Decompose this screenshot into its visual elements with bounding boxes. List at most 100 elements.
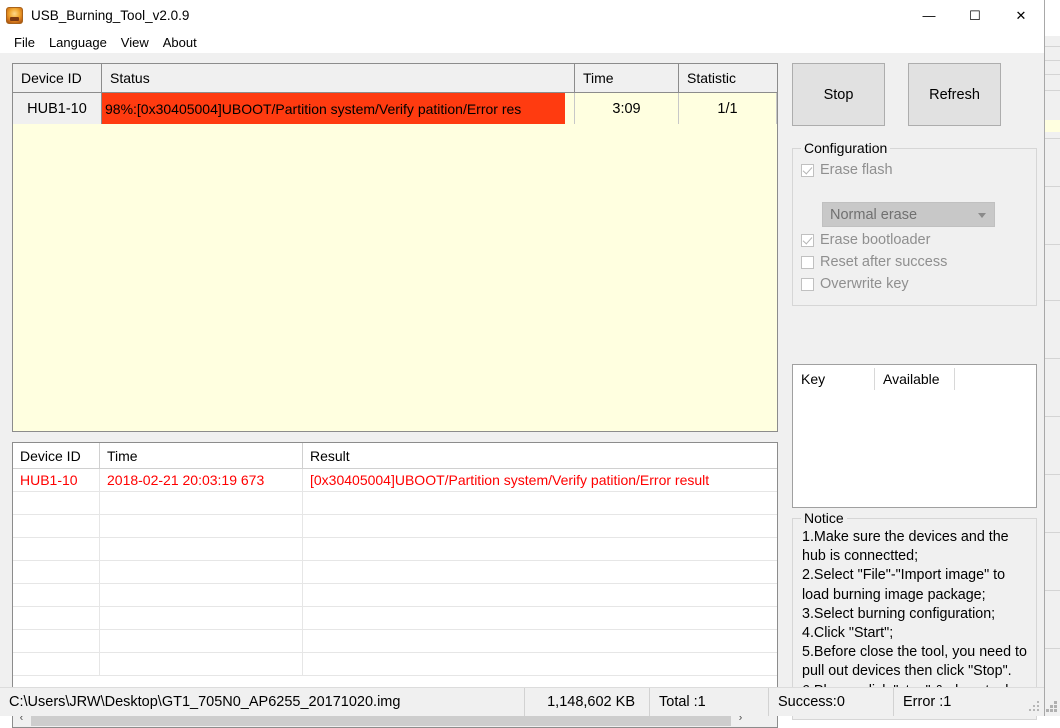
window-title: USB_Burning_Tool_v2.0.9	[31, 8, 190, 23]
device-status-cell: 98%:[0x30405004]UBOOT/Partition system/V…	[102, 93, 575, 124]
device-table-header-statistic[interactable]: Statistic	[679, 64, 777, 92]
window-controls: — ☐ ✕	[906, 0, 1044, 31]
key-table-header-key[interactable]: Key	[793, 368, 875, 390]
table-row[interactable]: HUB1-10 98%:[0x30405004]UBOOT/Partition …	[13, 93, 777, 124]
log-empty-cell	[13, 492, 100, 514]
table-row-empty[interactable]	[13, 630, 777, 653]
overwrite-key-label: Overwrite key	[820, 276, 909, 292]
status-success-count: Success:0	[769, 688, 894, 716]
close-icon[interactable]: ✕	[998, 0, 1044, 31]
resize-grip[interactable]	[1029, 701, 1040, 712]
stop-button[interactable]: Stop	[792, 63, 885, 126]
table-row-empty[interactable]	[13, 538, 777, 561]
log-empty-cell	[303, 630, 777, 652]
log-empty-cell	[100, 561, 303, 583]
erase-flash-label: Erase flash	[820, 162, 893, 178]
key-table-header-available[interactable]: Available	[875, 368, 955, 390]
log-empty-cell	[13, 538, 100, 560]
table-row-empty[interactable]	[13, 515, 777, 538]
table-row-empty[interactable]	[13, 561, 777, 584]
refresh-button[interactable]: Refresh	[908, 63, 1001, 126]
log-empty-cell	[13, 561, 100, 583]
status-bar: C:\Users\JRW\Desktop\GT1_705N0_AP6255_20…	[0, 687, 1044, 716]
maximize-icon[interactable]: ☐	[952, 0, 998, 31]
log-empty-cell	[100, 492, 303, 514]
background-window-cream-strip	[1045, 120, 1060, 132]
log-empty-cell	[303, 492, 777, 514]
log-empty-cell	[100, 515, 303, 537]
status-image-size: 1,148,602 KB	[525, 688, 650, 716]
erase-flash-checkbox[interactable]	[801, 163, 814, 177]
log-empty-cell	[100, 538, 303, 560]
log-table[interactable]: Device ID Time Result HUB1-10 2018-02-21…	[12, 442, 778, 728]
status-total-count: Total :1	[650, 688, 769, 716]
log-empty-cell	[100, 584, 303, 606]
notice-title: Notice	[801, 510, 847, 526]
menu-item-view[interactable]: View	[114, 33, 156, 52]
progress-bar: 98%:[0x30405004]UBOOT/Partition system/V…	[102, 93, 574, 124]
device-statistic-cell: 1/1	[679, 93, 777, 124]
log-table-header-device-id[interactable]: Device ID	[13, 443, 100, 468]
log-time-cell: 2018-02-21 20:03:19 673	[100, 469, 303, 491]
log-empty-cell	[303, 653, 777, 675]
key-table-header-spacer	[955, 368, 995, 390]
table-row-empty[interactable]	[13, 653, 777, 676]
log-empty-cell	[303, 515, 777, 537]
overwrite-key-checkbox[interactable]	[801, 277, 814, 291]
reset-after-success-label: Reset after success	[820, 254, 948, 270]
minimize-icon[interactable]: —	[906, 0, 952, 31]
log-table-header-result[interactable]: Result	[303, 443, 777, 468]
log-empty-cell	[303, 607, 777, 629]
configuration-title: Configuration	[801, 140, 891, 156]
erase-bootloader-label: Erase bootloader	[820, 232, 931, 248]
main-window: USB_Burning_Tool_v2.0.9 — ☐ ✕ File Langu…	[0, 0, 1045, 728]
table-row-empty[interactable]	[13, 607, 777, 630]
status-image-path: C:\Users\JRW\Desktop\GT1_705N0_AP6255_20…	[0, 688, 525, 716]
log-empty-cell	[13, 630, 100, 652]
log-empty-cell	[100, 630, 303, 652]
log-empty-cell	[13, 607, 100, 629]
device-table-header-time[interactable]: Time	[575, 64, 679, 92]
chevron-down-icon	[978, 212, 986, 218]
log-empty-cell	[13, 653, 100, 675]
reset-after-success-checkbox[interactable]	[801, 255, 814, 269]
title-bar[interactable]: USB_Burning_Tool_v2.0.9 — ☐ ✕	[0, 0, 1044, 31]
log-device-id-cell: HUB1-10	[13, 469, 100, 491]
device-table-header: Device ID Status Time Statistic	[13, 64, 777, 93]
erase-bootloader-row[interactable]: Erase bootloader	[801, 229, 1036, 251]
menu-item-file[interactable]: File	[7, 33, 42, 52]
log-empty-cell	[100, 607, 303, 629]
table-row[interactable]: HUB1-10 2018-02-21 20:03:19 673 [0x30405…	[13, 469, 777, 492]
device-time-cell: 3:09	[575, 93, 679, 124]
app-icon	[6, 7, 23, 24]
background-window-resize-grip[interactable]	[1046, 701, 1058, 713]
overwrite-key-row[interactable]: Overwrite key	[801, 273, 1036, 295]
menu-item-about[interactable]: About	[156, 33, 204, 52]
reset-after-success-row[interactable]: Reset after success	[801, 251, 1036, 273]
log-empty-cell	[303, 538, 777, 560]
device-status-table[interactable]: Device ID Status Time Statistic HUB1-10 …	[12, 63, 778, 432]
erase-mode-select[interactable]: Normal erase	[822, 202, 995, 227]
configuration-group: Configuration Erase flash Normal erase E…	[792, 140, 1037, 306]
log-empty-cell	[303, 561, 777, 583]
menu-bar: File Language View About	[0, 31, 1044, 53]
device-table-header-device-id[interactable]: Device ID	[13, 64, 102, 92]
key-table[interactable]: Key Available	[792, 364, 1037, 508]
status-error-count: Error :1	[903, 694, 952, 710]
log-table-header-time[interactable]: Time	[100, 443, 303, 468]
table-row-empty[interactable]	[13, 584, 777, 607]
log-table-header: Device ID Time Result	[13, 443, 777, 469]
menu-item-language[interactable]: Language	[42, 33, 114, 52]
erase-flash-row[interactable]: Erase flash	[801, 159, 1036, 181]
device-id-cell: HUB1-10	[13, 93, 102, 124]
log-empty-cell	[13, 515, 100, 537]
erase-bootloader-checkbox[interactable]	[801, 233, 814, 247]
table-row-empty[interactable]	[13, 492, 777, 515]
log-result-cell: [0x30405004]UBOOT/Partition system/Verif…	[310, 472, 710, 488]
erase-mode-value: Normal erase	[830, 206, 918, 223]
device-table-header-status[interactable]: Status	[102, 64, 575, 92]
log-empty-cell	[303, 584, 777, 606]
log-empty-cell	[13, 584, 100, 606]
progress-bar-label: 98%:[0x30405004]UBOOT/Partition system/V…	[105, 100, 522, 117]
log-empty-cell	[100, 653, 303, 675]
